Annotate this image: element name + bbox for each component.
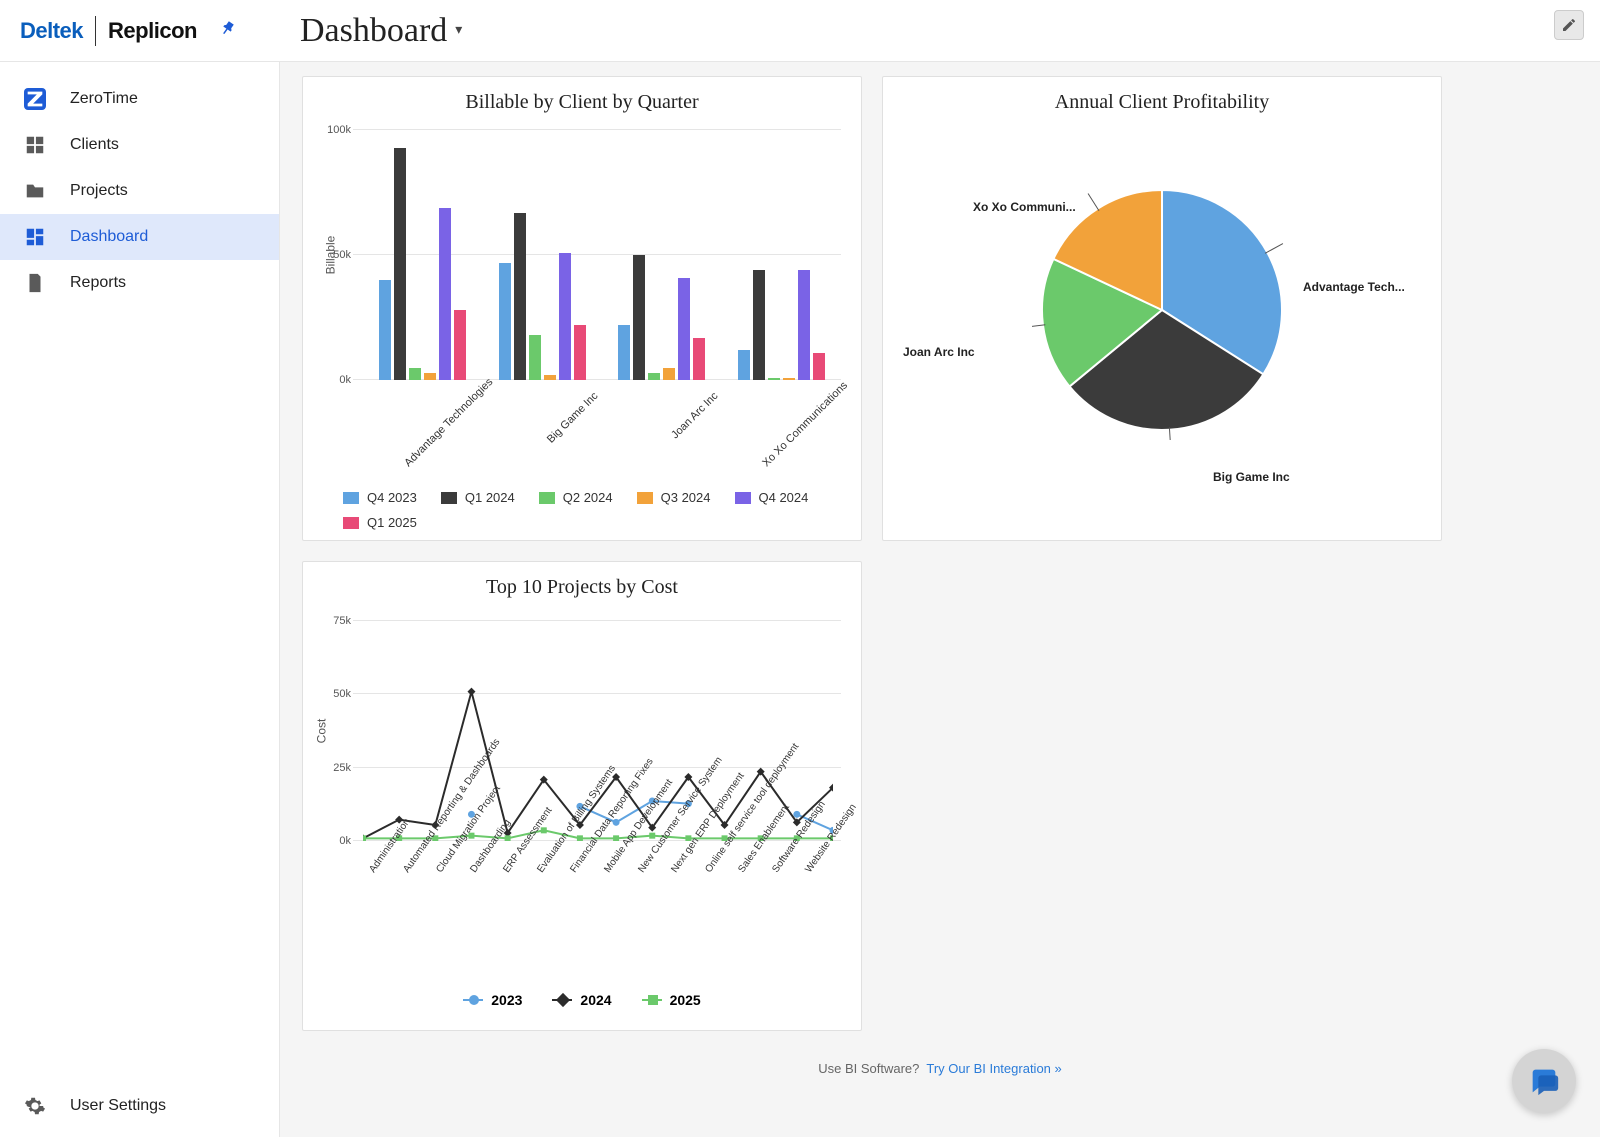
gear-icon <box>24 1095 46 1117</box>
edit-button[interactable] <box>1554 10 1584 40</box>
logo-replicon: Replicon <box>108 18 197 44</box>
folder-icon <box>24 180 46 202</box>
pie-chart: Advantage Tech...Big Game IncJoan Arc In… <box>883 120 1441 500</box>
content-area: Billable by Client by Quarter Billable 0… <box>280 62 1600 1137</box>
user-settings-label: User Settings <box>70 1097 166 1115</box>
chart-title: Annual Client Profitability <box>883 77 1441 120</box>
chevron-down-icon: ▾ <box>455 22 462 39</box>
panel-billable-by-client[interactable]: Billable by Client by Quarter Billable 0… <box>302 76 862 541</box>
clients-icon <box>24 134 46 156</box>
reports-icon <box>24 272 46 294</box>
sidebar: ZeroTime Clients Projects Dashboard Repo… <box>0 62 280 1137</box>
line-legend: 202320242025 <box>303 982 861 1022</box>
panel-top-projects[interactable]: Top 10 Projects by Cost Cost 0k25k50k75k… <box>302 561 862 1031</box>
chart-title: Billable by Client by Quarter <box>303 77 861 120</box>
zerotime-icon <box>24 88 46 110</box>
bar-chart: Billable 0k50k100k <box>353 130 841 380</box>
sidebar-item-label: Projects <box>70 182 128 200</box>
sidebar-item-label: Dashboard <box>70 228 148 246</box>
dashboard-icon <box>24 226 46 248</box>
panel-client-profitability[interactable]: Annual Client Profitability Advantage Te… <box>882 76 1442 541</box>
chat-icon <box>1527 1064 1561 1098</box>
sidebar-item-reports[interactable]: Reports <box>0 260 279 306</box>
line-chart: Cost 0k25k50k75k <box>353 621 841 841</box>
footer-text: Use BI Software? <box>818 1061 919 1076</box>
sidebar-item-user-settings[interactable]: User Settings <box>0 1075 279 1137</box>
pencil-icon <box>1561 17 1577 33</box>
logo-divider <box>95 16 96 46</box>
chart-title: Top 10 Projects by Cost <box>303 562 861 605</box>
y-axis-label: Cost <box>314 719 328 744</box>
sidebar-item-label: ZeroTime <box>70 90 138 108</box>
sidebar-item-zerotime[interactable]: ZeroTime <box>0 76 279 122</box>
top-bar: Deltek Replicon Dashboard ▾ <box>0 0 1600 62</box>
line-category-labels: AdministrationAutomated Reporting & Dash… <box>353 841 841 852</box>
bar-legend: Q4 2023Q1 2024Q2 2024Q3 2024Q4 2024Q1 20… <box>303 482 861 546</box>
sidebar-item-clients[interactable]: Clients <box>0 122 279 168</box>
footer-link[interactable]: Try Our BI Integration » <box>926 1061 1061 1076</box>
bar-category-labels: Advantage TechnologiesBig Game IncJoan A… <box>363 380 841 392</box>
logo-deltek: Deltek <box>20 18 83 44</box>
footer-note: Use BI Software? Try Our BI Integration … <box>302 1061 1578 1076</box>
sidebar-item-label: Clients <box>70 136 119 154</box>
chat-button[interactable] <box>1512 1049 1576 1113</box>
sidebar-item-label: Reports <box>70 274 126 292</box>
sidebar-item-dashboard[interactable]: Dashboard <box>0 214 279 260</box>
page-title-text: Dashboard <box>300 12 447 50</box>
page-title-dropdown[interactable]: Dashboard ▾ <box>300 12 462 50</box>
pin-icon[interactable] <box>212 16 240 45</box>
sidebar-item-projects[interactable]: Projects <box>0 168 279 214</box>
logo-section: Deltek Replicon <box>0 16 280 46</box>
